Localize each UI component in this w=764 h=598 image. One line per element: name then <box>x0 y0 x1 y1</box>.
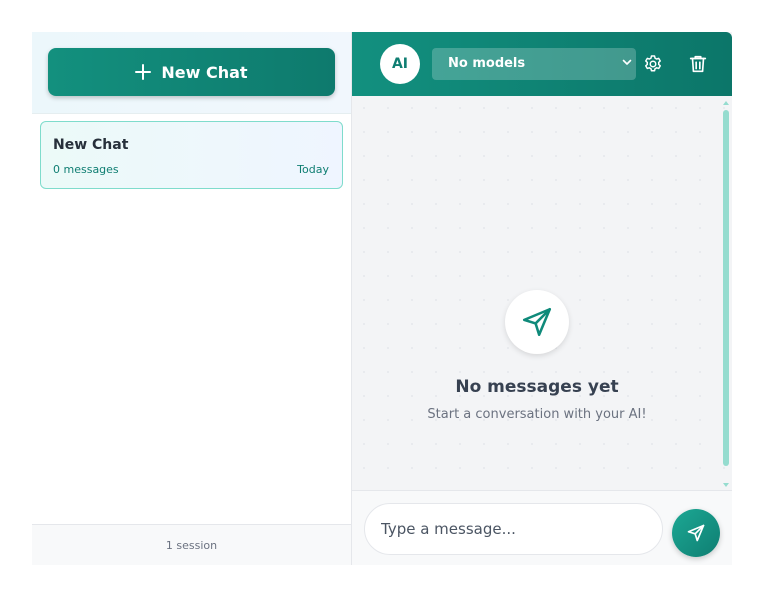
avatar: AI <box>380 44 420 84</box>
trash-icon[interactable] <box>687 53 709 75</box>
message-input[interactable] <box>364 503 663 555</box>
sidebar-header: New Chat <box>32 32 351 114</box>
message-list[interactable]: No messages yet Start a conversation wit… <box>352 96 732 490</box>
scroll-up-arrow-icon[interactable] <box>723 100 729 106</box>
new-chat-button[interactable]: New Chat <box>48 48 335 96</box>
new-chat-label: New Chat <box>161 62 248 82</box>
scroll-down-arrow-icon[interactable] <box>723 482 729 488</box>
chat-header: AI No models <box>352 32 732 96</box>
scroll-thumb[interactable] <box>723 110 729 466</box>
plus-icon <box>135 64 152 80</box>
send-icon <box>522 307 552 337</box>
session-item[interactable]: New Chat 0 messages Today <box>40 121 343 189</box>
scrollbar[interactable] <box>723 100 729 488</box>
model-select-value: No models <box>448 56 526 71</box>
composer <box>352 490 732 565</box>
send-icon <box>687 524 705 542</box>
chevron-down-icon <box>622 59 632 65</box>
send-button[interactable] <box>672 509 720 557</box>
chat-panel: AI No models No messages yet Start a con… <box>352 32 732 565</box>
sidebar: New Chat New Chat 0 messages Today 1 ses… <box>32 32 352 565</box>
session-date: Today <box>297 163 329 176</box>
gear-icon[interactable] <box>642 53 664 75</box>
empty-state-title: No messages yet <box>455 377 619 397</box>
chat-app: New Chat New Chat 0 messages Today 1 ses… <box>32 32 732 565</box>
session-message-count: 0 messages <box>53 163 119 176</box>
session-title: New Chat <box>53 137 129 153</box>
session-count-footer: 1 session <box>32 524 351 565</box>
empty-state-icon <box>505 290 569 354</box>
empty-state-subtitle: Start a conversation with your AI! <box>427 407 647 422</box>
model-select[interactable]: No models <box>432 48 636 80</box>
